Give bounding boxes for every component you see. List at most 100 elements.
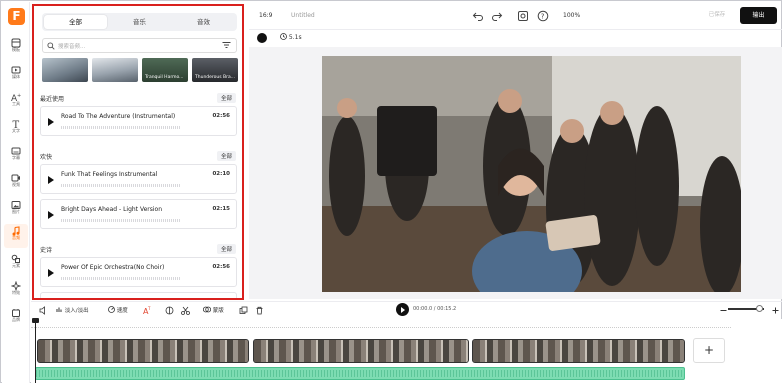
search-icon (47, 42, 55, 50)
thumb-caption: Tranquil Harmo... (145, 75, 184, 80)
rail-item-media[interactable]: 媒体 (4, 63, 28, 87)
search-placeholder: 搜索音频... (58, 44, 86, 50)
tools-icon: A + (11, 93, 21, 102)
section-all-button[interactable]: 全部 (216, 244, 236, 254)
tab-all[interactable]: 全部 (44, 15, 107, 29)
timeline-ruler (31, 327, 731, 328)
volume-icon[interactable] (39, 306, 48, 315)
screenshot-icon[interactable] (517, 10, 529, 22)
category-thumb[interactable]: Thunderous Bra... (192, 58, 238, 82)
section-all-button[interactable]: 全部 (216, 151, 236, 161)
top-bar: 16:9 Untitled ? 100% 已保存 输出 (249, 2, 782, 30)
scissors-icon[interactable] (181, 306, 190, 315)
playhead[interactable] (32, 318, 39, 383)
play-icon[interactable] (48, 118, 54, 126)
zoom-select[interactable]: 100% (563, 12, 580, 19)
undo-icon[interactable] (472, 10, 484, 22)
filter-icon[interactable] (222, 41, 231, 49)
mask-label: 蒙版 (212, 308, 224, 314)
help-icon[interactable]: ? (537, 10, 549, 22)
rail-item-text[interactable]: T 文字 (4, 117, 28, 141)
category-thumbnails: Tranquil Harmo... Thunderous Bra... (42, 58, 238, 82)
track-item[interactable]: Bright Days Ahead - Light Version 02:15 (40, 199, 237, 229)
zoom-in-icon[interactable] (771, 306, 780, 315)
waveform (61, 184, 181, 187)
mask-button[interactable]: 蒙版 (202, 306, 224, 314)
track-duration: 02:15 (212, 206, 230, 212)
duplicate-icon[interactable] (239, 306, 248, 315)
category-thumb[interactable]: Tranquil Harmo... (142, 58, 188, 82)
rail-item-brand[interactable]: 品牌 (4, 306, 28, 330)
tab-music[interactable]: 音乐 (108, 15, 171, 29)
rail-item-video[interactable]: 视频 (4, 171, 28, 195)
rail-item-subtitle[interactable]: 字幕 (4, 144, 28, 168)
rail-item-effects[interactable]: 特效 (4, 279, 28, 303)
rail-item-tools[interactable]: A + 工具 (4, 90, 28, 114)
template-icon (11, 38, 21, 48)
rail-label: 品牌 (11, 318, 21, 323)
background-color-picker[interactable] (257, 33, 267, 43)
track-name: Road To The Adventure (Instrumental) (61, 113, 176, 120)
export-button[interactable]: 输出 (740, 7, 777, 24)
zoom-out-icon[interactable] (719, 306, 728, 315)
play-button[interactable] (396, 303, 409, 316)
mask-icon (202, 306, 212, 313)
image-icon (11, 201, 21, 209)
app-logo[interactable]: F (8, 8, 25, 25)
search-input[interactable]: 搜索音频... (42, 38, 237, 53)
video-clip[interactable] (37, 339, 249, 363)
timeline-zoom-slider[interactable] (728, 305, 764, 312)
video-clip[interactable] (472, 339, 685, 363)
track-duration: 02:56 (212, 113, 230, 119)
section-title: 史诗 (40, 247, 53, 254)
fade-icon (56, 307, 62, 312)
category-thumb[interactable] (92, 58, 138, 82)
category-thumb[interactable] (42, 58, 88, 82)
waveform (61, 277, 181, 280)
ai-text-icon[interactable]: AT (143, 306, 152, 315)
track-item[interactable]: Power Of Epic Orchestra(No Choir) 02:56 (40, 257, 237, 287)
track-item[interactable]: Funk That Feelings Instrumental 02:10 (40, 164, 237, 194)
tab-sound-effects[interactable]: 音效 (172, 15, 235, 29)
play-icon[interactable] (48, 269, 54, 277)
play-icon[interactable] (48, 211, 54, 219)
fade-button[interactable]: 淡入/淡出 (56, 306, 89, 314)
rail-item-template[interactable]: 模板 (4, 36, 28, 60)
video-frame-illustration (322, 56, 741, 292)
speed-button[interactable]: 速度 (108, 306, 128, 314)
left-rail: F 模板 媒体 A + 工具 T 文字 字幕 视频 图片 音频 元素 特效 品牌 (2, 2, 30, 383)
effects-icon (11, 281, 21, 291)
app-window: F 模板 媒体 A + 工具 T 文字 字幕 视频 图片 音频 元素 特效 品牌… (0, 0, 782, 383)
redo-icon[interactable] (491, 10, 503, 22)
rail-label: 模板 (11, 48, 21, 53)
video-clip[interactable] (253, 339, 469, 363)
track-item[interactable]: Road To The Adventure (Instrumental) 02:… (40, 106, 237, 136)
track-duration: 02:10 (212, 171, 230, 177)
duration-value: 5.1s (288, 34, 302, 41)
rail-label: 文字 (11, 129, 21, 134)
rail-item-audio[interactable]: 音频 (4, 224, 28, 248)
time-current: 00:00.0 (413, 306, 433, 312)
rail-label: 字幕 (11, 156, 21, 161)
delete-icon[interactable] (255, 306, 264, 315)
split-icon[interactable] (165, 306, 174, 315)
rail-label: 图片 (11, 210, 21, 215)
speed-icon (108, 306, 115, 313)
track-item[interactable] (40, 292, 237, 298)
audio-waveform (36, 370, 684, 377)
section-all-button[interactable]: 全部 (216, 93, 236, 103)
add-clip-button[interactable]: + (693, 338, 725, 363)
rail-label: 音频 (11, 236, 21, 241)
rail-item-elements[interactable]: 元素 (4, 252, 28, 276)
project-title[interactable]: Untitled (291, 12, 315, 19)
play-icon[interactable] (48, 176, 54, 184)
elements-icon (11, 254, 20, 263)
aspect-ratio-select[interactable]: 16:9 (259, 12, 272, 19)
rail-item-image[interactable]: 图片 (4, 198, 28, 222)
canvas-video-frame[interactable] (322, 56, 741, 292)
save-status: 已保存 (708, 12, 726, 18)
duration-chip[interactable]: 5.1s (280, 33, 302, 41)
brand-icon (12, 309, 20, 317)
slider-knob[interactable] (756, 305, 763, 312)
audio-track[interactable] (35, 367, 685, 380)
